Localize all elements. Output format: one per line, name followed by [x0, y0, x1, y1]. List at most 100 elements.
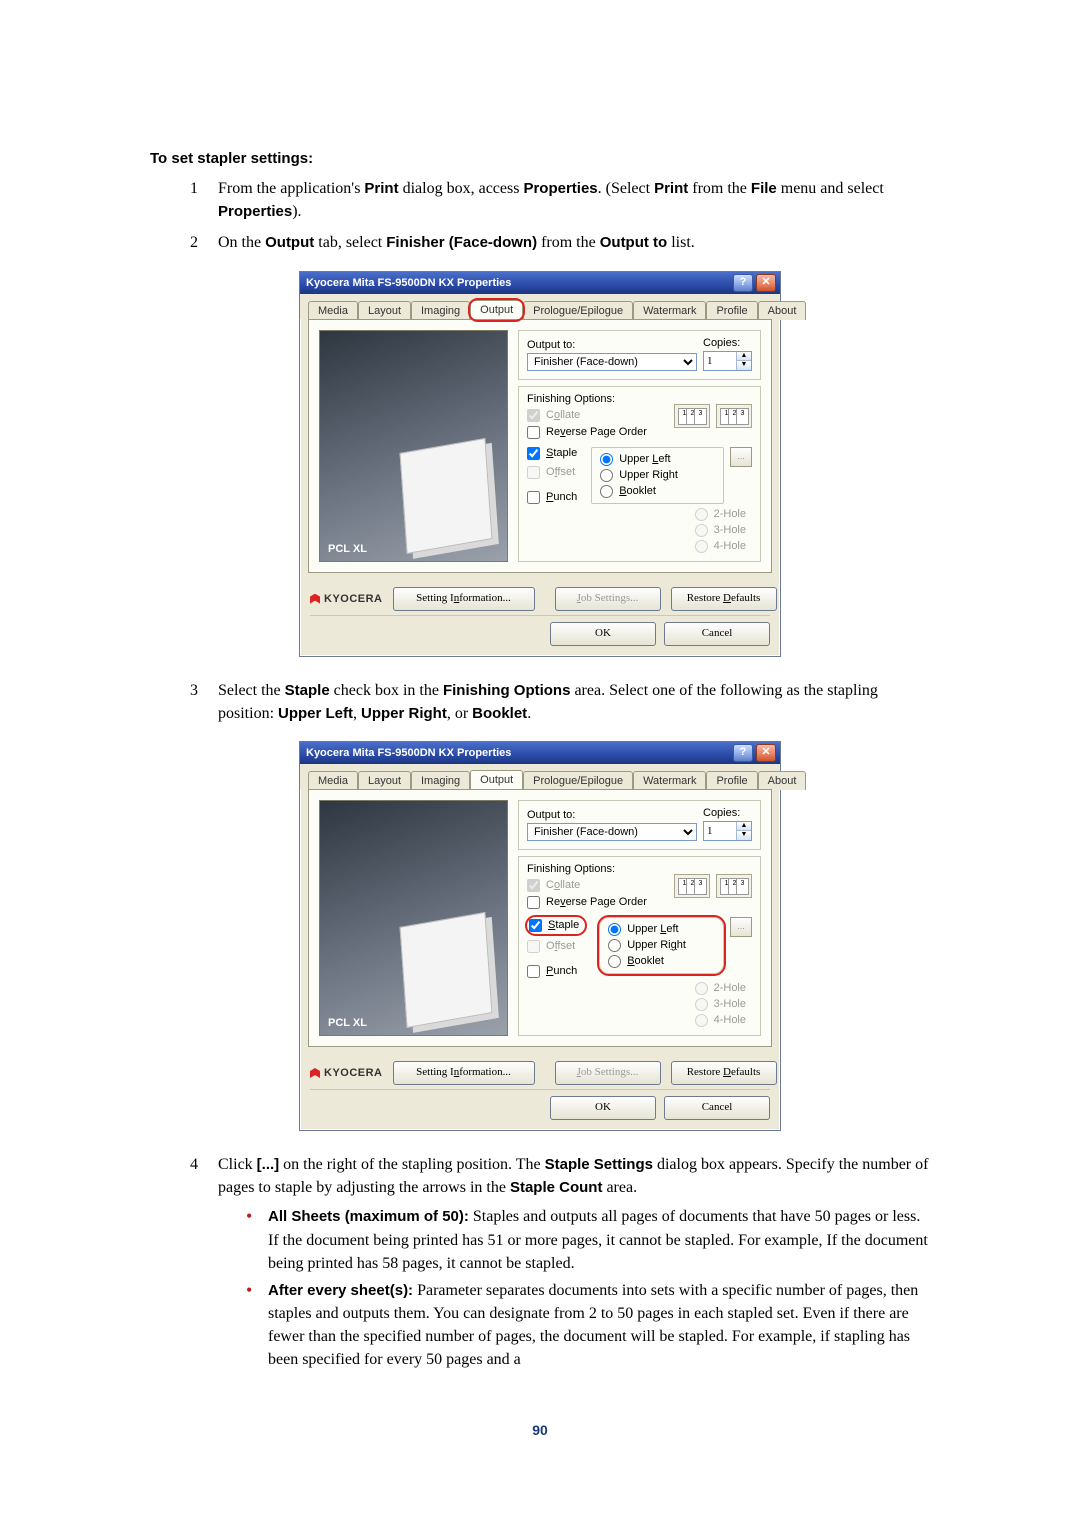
window-title: Kyocera Mita FS-9500DN KX Properties: [306, 277, 511, 289]
text: area.: [602, 1179, 637, 1196]
radio-2hole: 2-Hole: [695, 508, 746, 521]
text-bold: Upper Left: [278, 705, 353, 722]
staple-position-group: Upper Left Upper Right Booklet: [591, 447, 724, 504]
output-to-select[interactable]: Finisher (Face-down): [527, 353, 697, 371]
titlebar: Kyocera Mita FS-9500DN KX Properties ? ✕: [300, 742, 780, 764]
collate-icon-123b: 123: [716, 404, 752, 428]
copies-value[interactable]: [704, 822, 736, 840]
brand-logo: KYOCERA: [310, 593, 383, 605]
tab-layout[interactable]: Layout: [358, 771, 411, 790]
section-heading: To set stapler settings:: [150, 150, 930, 167]
reverse-order-checkbox[interactable]: Reverse Page Order: [527, 896, 647, 909]
output-to-select[interactable]: Finisher (Face-down): [527, 823, 697, 841]
tab-about[interactable]: About: [758, 771, 807, 790]
staple-settings-button[interactable]: ...: [730, 447, 752, 467]
print-preview: PCL XL: [319, 800, 508, 1036]
tab-watermark[interactable]: Watermark: [633, 771, 706, 790]
text: dialog box, access: [399, 180, 524, 197]
text: ).: [292, 203, 301, 220]
brand-cube-icon: [310, 594, 320, 604]
ok-button[interactable]: OK: [550, 1096, 656, 1120]
job-settings-button: Job Settings...: [555, 587, 661, 611]
collate-icon-123b: 123: [716, 874, 752, 898]
cancel-button[interactable]: Cancel: [664, 622, 770, 646]
punch-checkbox[interactable]: Punch: [527, 965, 585, 978]
staple-checkbox[interactable]: Staple: [527, 917, 585, 934]
staple-settings-button[interactable]: ...: [730, 917, 752, 937]
punch-checkbox[interactable]: Punch: [527, 491, 577, 504]
ok-button[interactable]: OK: [550, 622, 656, 646]
copies-label: Copies:: [703, 337, 740, 349]
text-bold: Upper Right: [361, 705, 447, 722]
help-button[interactable]: ?: [733, 744, 753, 762]
finishing-options-label: Finishing Options:: [527, 393, 647, 405]
copies-spinner[interactable]: ▲▼: [703, 821, 752, 841]
restore-defaults-button[interactable]: Restore Defaults: [671, 587, 777, 611]
tab-prologue[interactable]: Prologue/Epilogue: [523, 301, 633, 320]
spinner-down-icon[interactable]: ▼: [737, 831, 751, 840]
collate-icon-123: 123: [674, 874, 710, 898]
text-bold: Print: [364, 180, 398, 197]
radio-upper-right[interactable]: Upper Right: [600, 469, 715, 482]
restore-defaults-button[interactable]: Restore Defaults: [671, 1061, 777, 1085]
tab-watermark[interactable]: Watermark: [633, 301, 706, 320]
radio-3hole: 3-Hole: [695, 998, 746, 1011]
radio-upper-left[interactable]: Upper Left: [600, 453, 715, 466]
collate-icon-123: 123: [674, 404, 710, 428]
radio-upper-right[interactable]: Upper Right: [608, 939, 715, 952]
close-button[interactable]: ✕: [756, 744, 776, 762]
radio-3hole: 3-Hole: [695, 524, 746, 537]
setting-information-button[interactable]: Setting Information...: [393, 587, 535, 611]
offset-checkbox: Offset: [527, 940, 585, 953]
tab-media[interactable]: Media: [308, 301, 358, 320]
reverse-order-checkbox[interactable]: Reverse Page Order: [527, 426, 647, 439]
tab-output[interactable]: Output: [470, 300, 523, 319]
radio-4hole: 4-Hole: [695, 1014, 746, 1027]
copies-spinner[interactable]: ▲▼: [703, 351, 752, 371]
text: Select the: [218, 682, 285, 699]
spinner-up-icon[interactable]: ▲: [737, 822, 751, 832]
text-bold: Booklet: [472, 705, 527, 722]
tab-layout[interactable]: Layout: [358, 301, 411, 320]
tab-about[interactable]: About: [758, 301, 807, 320]
tab-imaging[interactable]: Imaging: [411, 771, 470, 790]
tab-profile[interactable]: Profile: [706, 301, 757, 320]
text: menu and select: [777, 180, 884, 197]
staple-checkbox[interactable]: Staple: [527, 447, 577, 460]
tab-imaging[interactable]: Imaging: [411, 301, 470, 320]
collate-icons: 123 123: [674, 404, 752, 428]
text-bold: Staple: [285, 682, 330, 699]
text: Click: [218, 1156, 257, 1173]
text-bold: File: [751, 180, 777, 197]
brand-cube-icon: [310, 1068, 320, 1078]
cancel-button[interactable]: Cancel: [664, 1096, 770, 1120]
tab-prologue[interactable]: Prologue/Epilogue: [523, 771, 633, 790]
collate-checkbox: Collate: [527, 409, 647, 422]
copies-value[interactable]: [704, 352, 736, 370]
bullet-all-sheets: All Sheets (maximum of 50): Staples and …: [246, 1205, 930, 1275]
offset-checkbox: Offset: [527, 466, 577, 479]
radio-4hole: 4-Hole: [695, 540, 746, 553]
brand-logo: KYOCERA: [310, 1067, 383, 1079]
radio-booklet[interactable]: Booklet: [608, 955, 715, 968]
window-title: Kyocera Mita FS-9500DN KX Properties: [306, 747, 511, 759]
text-bold: [...]: [257, 1156, 280, 1173]
tab-media[interactable]: Media: [308, 771, 358, 790]
tab-output[interactable]: Output: [470, 770, 523, 789]
job-settings-button: Job Settings...: [555, 1061, 661, 1085]
spinner-up-icon[interactable]: ▲: [737, 352, 751, 362]
properties-dialog-1: Kyocera Mita FS-9500DN KX Properties ? ✕…: [299, 271, 781, 657]
radio-booklet[interactable]: Booklet: [600, 485, 715, 498]
text-bold: Staple Settings: [545, 1156, 653, 1173]
spinner-down-icon[interactable]: ▼: [737, 361, 751, 370]
text: On the: [218, 234, 265, 251]
punch-holes-group: 2-Hole 3-Hole 4-Hole: [689, 982, 752, 1027]
step-1: From the application's Print dialog box,…: [190, 177, 930, 223]
text: from the: [688, 180, 751, 197]
tab-profile[interactable]: Profile: [706, 771, 757, 790]
text-bold: Output: [265, 234, 314, 251]
setting-information-button[interactable]: Setting Information...: [393, 1061, 535, 1085]
help-button[interactable]: ?: [733, 274, 753, 292]
close-button[interactable]: ✕: [756, 274, 776, 292]
radio-upper-left[interactable]: Upper Left: [608, 923, 715, 936]
